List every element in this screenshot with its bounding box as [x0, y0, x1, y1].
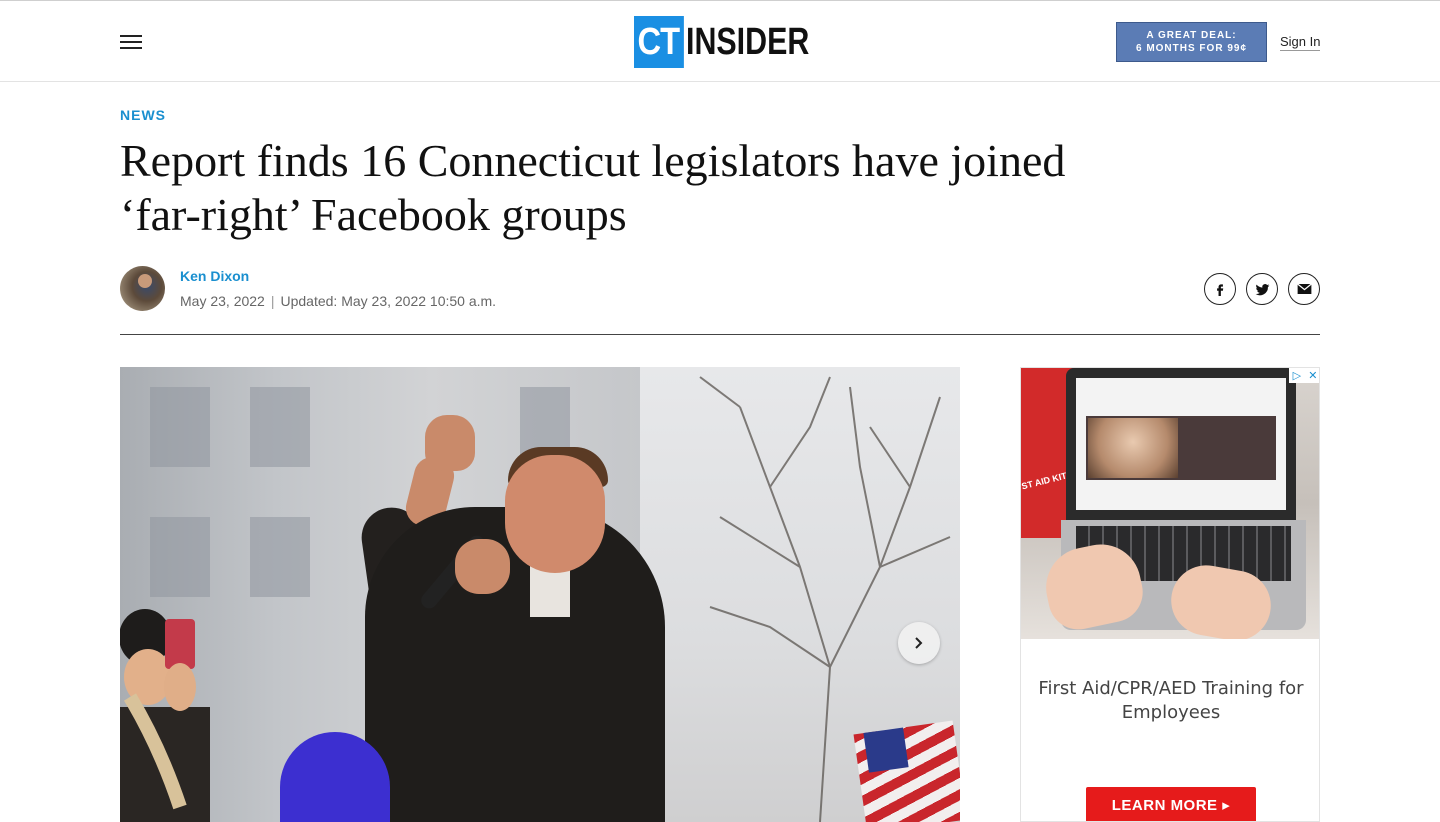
site-header: CT INSIDER A GREAT DEAL: 6 MONTHS FOR 99… — [0, 0, 1440, 82]
deal-line-1: A GREAT DEAL: — [1146, 30, 1237, 41]
deal-line-2: 6 MONTHS FOR 99¢ — [1135, 43, 1248, 54]
photo-next-arrow-button[interactable] — [898, 622, 940, 664]
email-icon — [1296, 283, 1312, 294]
publish-date: May 23, 2022 — [180, 293, 265, 309]
updated-date: Updated: May 23, 2022 10:50 a.m. — [280, 293, 497, 309]
chevron-right-icon — [915, 637, 923, 649]
ad-screen-photo — [1088, 418, 1178, 478]
sign-in-link[interactable]: Sign In — [1280, 34, 1321, 51]
logo-insider: INSIDER — [686, 21, 810, 63]
photo-mic-hand — [455, 539, 510, 594]
twitter-icon — [1255, 283, 1269, 295]
date-separator: | — [270, 293, 275, 309]
subscription-deal-button[interactable]: A GREAT DEAL: 6 MONTHS FOR 99¢ — [1116, 22, 1267, 62]
photo-american-flag — [853, 720, 960, 822]
facebook-icon — [1217, 284, 1224, 296]
photo-speaker-head — [505, 455, 605, 573]
ad-image: ST AID KIT — [1021, 368, 1319, 639]
section-label[interactable]: NEWS — [120, 107, 166, 123]
photo-crowd-woman — [120, 609, 210, 822]
logo-ct: CT — [634, 16, 684, 68]
lead-photo[interactable] — [120, 367, 960, 822]
author-avatar[interactable] — [120, 266, 165, 311]
adchoices-icon[interactable]: ▷ ✕ — [1289, 368, 1319, 383]
ad-learn-more-button[interactable]: LEARN MORE ▸ — [1086, 787, 1256, 821]
hamburger-menu-icon[interactable] — [120, 35, 142, 51]
share-email-button[interactable] — [1288, 273, 1320, 305]
share-facebook-button[interactable] — [1204, 273, 1236, 305]
article-headline: Report finds 16 Connecticut legislators … — [120, 135, 1066, 240]
ad-headline: First Aid/CPR/AED Training for Employees — [1038, 678, 1304, 723]
photo-fist — [425, 415, 475, 471]
divider — [120, 334, 1320, 335]
article-dateline: May 23, 2022 | Updated: May 23, 2022 10:50… — [180, 293, 496, 309]
ad-close-icon[interactable]: ✕ — [1308, 369, 1317, 382]
share-twitter-button[interactable] — [1246, 273, 1278, 305]
adchoices-play-icon[interactable]: ▷ — [1293, 369, 1301, 382]
author-name-link[interactable]: Ken Dixon — [180, 268, 249, 284]
ct-insider-logo[interactable]: CT INSIDER — [634, 16, 840, 68]
sidebar-advertisement[interactable]: ST AID KIT ▷ ✕ First Aid/CPR/AED Trainin… — [1020, 367, 1320, 822]
